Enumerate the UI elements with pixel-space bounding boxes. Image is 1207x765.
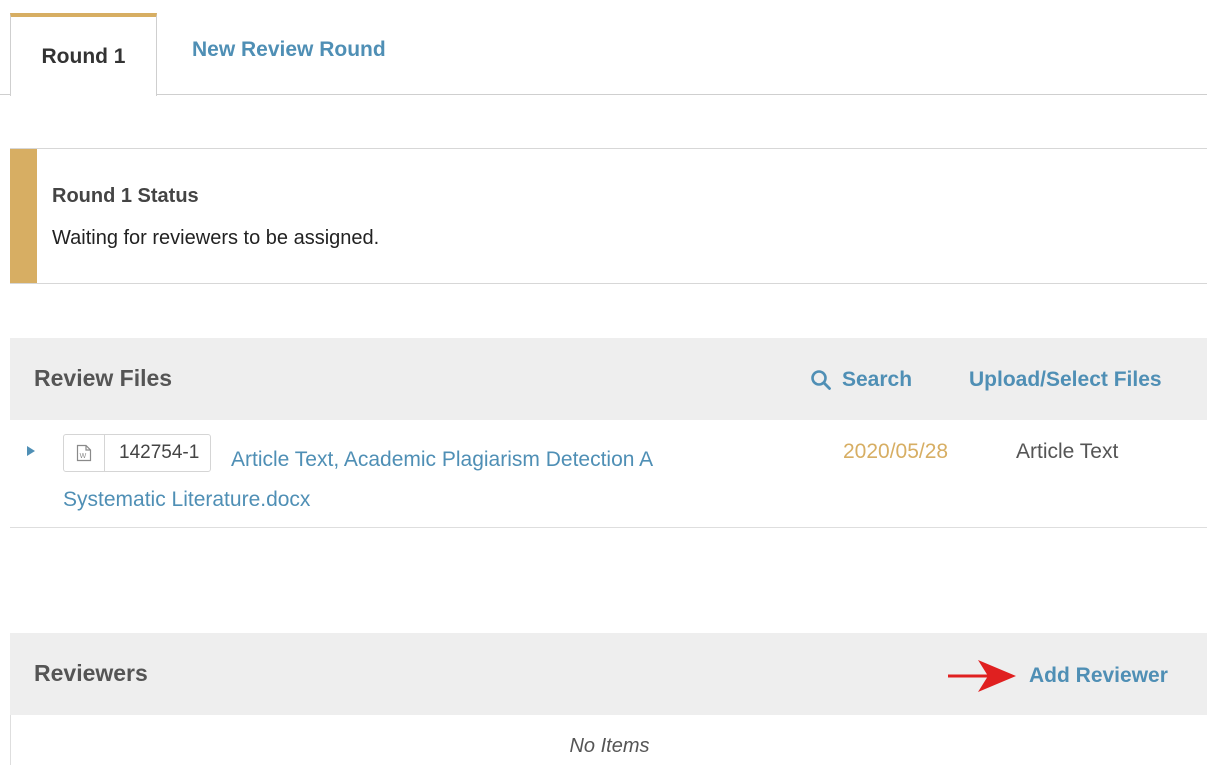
tab-round-1-label: Round 1 [41, 44, 126, 68]
reviewers-list: No Items [10, 715, 1207, 765]
review-files-header: Review Files Search Upload/Select Files [10, 338, 1207, 420]
search-label: Search [842, 368, 913, 391]
word-document-icon: W [64, 435, 105, 471]
review-files-title: Review Files [34, 365, 173, 391]
expand-row-icon[interactable] [27, 446, 35, 456]
status-message: Waiting for reviewers to be assigned. [52, 227, 380, 249]
search-button[interactable]: Search [810, 368, 912, 392]
file-date: 2020/05/28 [843, 440, 949, 463]
status-accent-bar [10, 149, 37, 283]
no-items-text: No Items [569, 735, 650, 757]
file-id: 142754-1 [119, 442, 200, 463]
svg-text:W: W [80, 453, 87, 460]
add-reviewer-button[interactable]: Add Reviewer [1029, 664, 1168, 688]
tab-round-1[interactable]: Round 1 [10, 13, 157, 96]
reviewers-header: Reviewers Add Reviewer [10, 633, 1207, 715]
upload-select-files-button[interactable]: Upload/Select Files [969, 368, 1162, 392]
round-status-box: Round 1 Status Waiting for reviewers to … [10, 148, 1207, 284]
status-title: Round 1 Status [52, 185, 199, 207]
file-type: Article Text [1016, 440, 1119, 463]
reviewers-title: Reviewers [34, 660, 148, 686]
review-page: Round 1 New Review Round Round 1 Status … [0, 0, 1207, 765]
file-id-badge: W 142754-1 [63, 434, 212, 472]
review-files-list: Article Text, Academic Plagiarism Detect… [10, 420, 1207, 528]
search-icon [811, 370, 831, 390]
review-round-tabs: Round 1 New Review Round [0, 0, 1207, 96]
tab-new-review-round[interactable]: New Review Round [192, 38, 386, 62]
red-arrow-icon [948, 660, 1016, 692]
